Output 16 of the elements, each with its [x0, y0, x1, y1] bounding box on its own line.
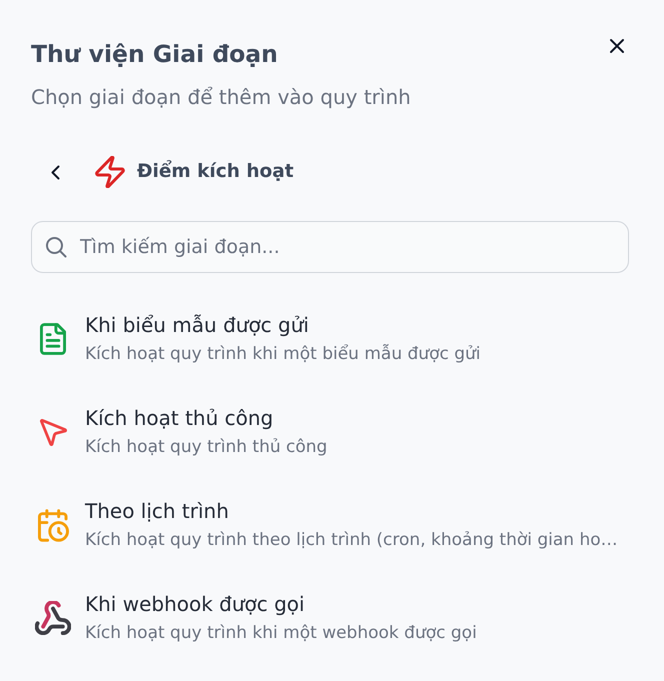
- dialog-title: Thư viện Giai đoạn: [31, 39, 278, 70]
- calendar-clock-icon: [38, 508, 68, 542]
- category-title: Điểm kích hoạt: [137, 159, 294, 184]
- chevron-left-icon: [50, 164, 60, 180]
- search-field[interactable]: Tìm kiếm giai đoạn...: [31, 221, 629, 273]
- stage-option[interactable]: Khi webhook được gọi Kích hoạt quy trình khi một webhook được gọi: [31, 591, 629, 645]
- document-icon: [40, 323, 66, 355]
- close-icon: [609, 38, 625, 54]
- stage-option[interactable]: Kích hoạt thủ công Kích hoạt quy trình thủ công: [31, 405, 629, 459]
- stage-option[interactable]: Theo lịch trình Kích hoạt quy trình theo lịch trình (cron, khoảng thời gian ho…: [31, 498, 629, 552]
- dialog-subtitle: Chọn giai đoạn để thêm vào quy trình: [31, 84, 412, 111]
- lightning-icon: [94, 156, 126, 188]
- webhook-icon: [35, 601, 71, 635]
- cursor-icon: [40, 418, 66, 446]
- stage-option[interactable]: Khi biểu mẫu được gửi Kích hoạt quy trình khi một biểu mẫu được gửi: [31, 312, 629, 366]
- search-icon: [45, 236, 67, 258]
